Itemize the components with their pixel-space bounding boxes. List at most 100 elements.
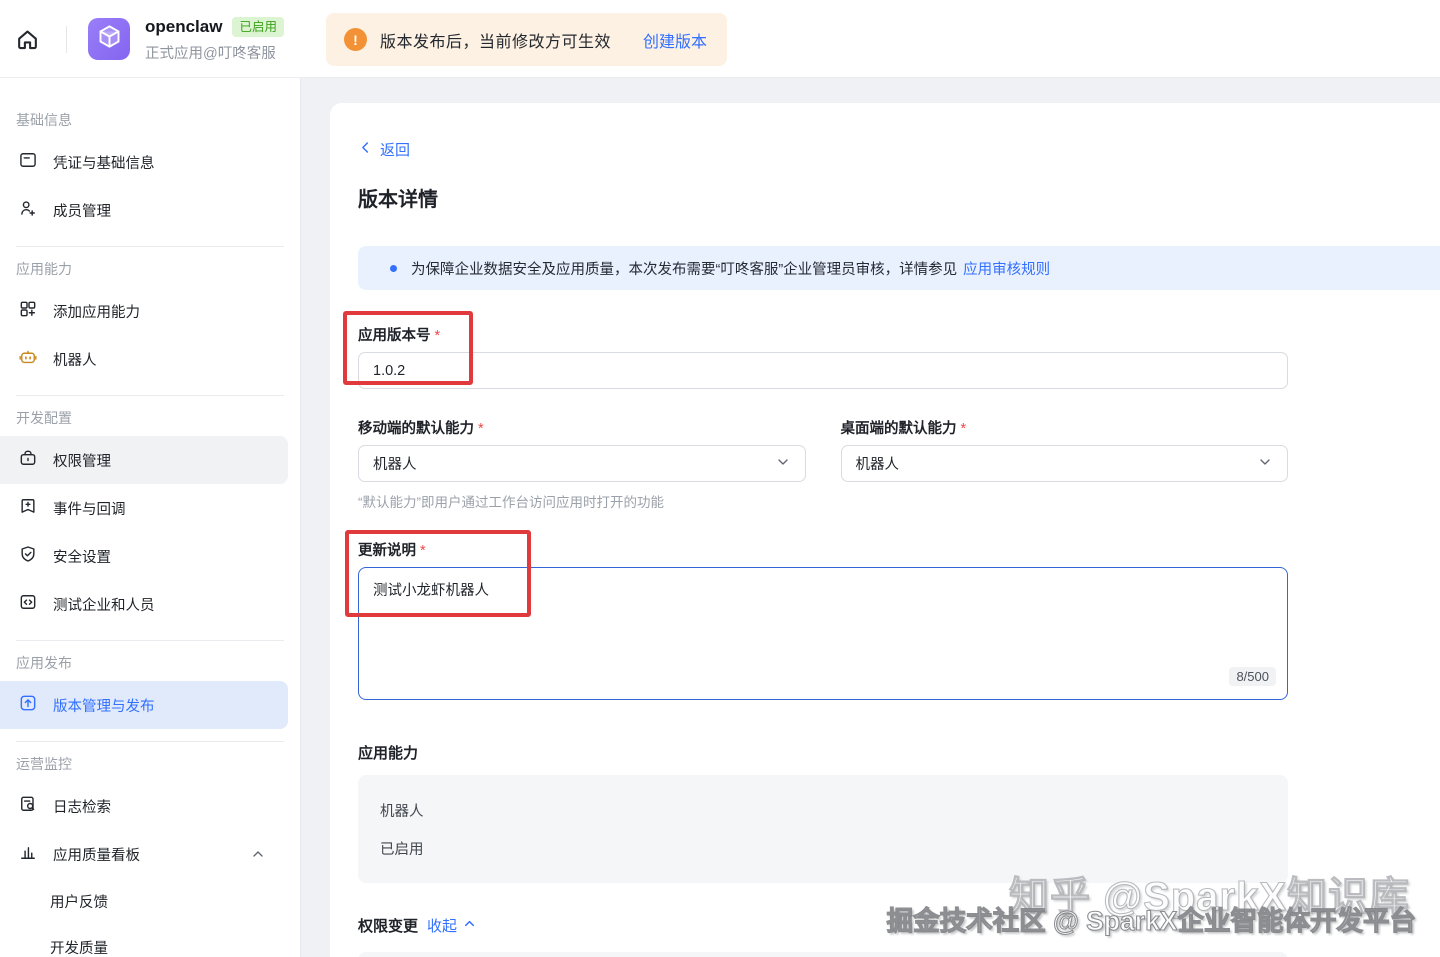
cube-icon	[96, 23, 123, 55]
sidebar-divider	[16, 395, 284, 396]
version-field-label: 应用版本号 *	[358, 326, 1288, 346]
sidebar-item-credentials[interactable]: 凭证与基础信息	[0, 138, 288, 186]
mobile-label-text: 移动端的默认能力	[358, 421, 474, 437]
sidebar-subitem-dev-quality[interactable]: 开发质量	[0, 924, 300, 957]
permission-change-row: 权限变更 收起	[358, 915, 1440, 936]
sidebar-item-label: 权限管理	[53, 453, 111, 470]
sidebar-divider	[16, 741, 284, 742]
header-divider	[66, 26, 67, 53]
sidebar-item-label: 添加应用能力	[53, 304, 140, 321]
page-title: 版本详情	[358, 189, 438, 211]
notes-textarea-wrap: 测试小龙虾机器人 8/500	[358, 567, 1288, 700]
capability-name: 机器人	[380, 804, 424, 820]
capability-card: 机器人 已启用	[358, 775, 1288, 883]
sidebar-divider	[16, 246, 284, 247]
create-version-link[interactable]: 创建版本	[643, 28, 707, 52]
notice-text: 为保障企业数据安全及应用质量，本次发布需要“叮咚客服”企业管理员审核，详情参见	[411, 261, 958, 278]
robot-icon	[18, 347, 38, 371]
sidebar-item-label: 日志检索	[53, 799, 111, 816]
sidebar: 基础信息 凭证与基础信息 成员管理 应用能力 添加应用能力 机器人 开发配置 权…	[0, 78, 301, 957]
version-detail-card: 返回 版本详情 为保障企业数据安全及应用质量，本次发布需要“叮咚客服”企业管理员…	[330, 103, 1440, 957]
content-area: 返回 版本详情 为保障企业数据安全及应用质量，本次发布需要“叮咚客服”企业管理员…	[301, 78, 1440, 957]
sidebar-item-version-management[interactable]: 版本管理与发布	[0, 681, 288, 729]
sidebar-section-release: 应用发布	[16, 655, 72, 671]
chevron-left-icon	[358, 140, 373, 159]
home-icon	[15, 27, 40, 55]
version-warning-banner: ! 版本发布后，当前修改方可生效 创建版本	[326, 13, 727, 66]
permission-card-partial	[358, 952, 1288, 957]
app-name: openclaw	[145, 17, 223, 36]
person-add-icon	[18, 198, 38, 222]
mobile-capability-select[interactable]: 机器人	[358, 445, 806, 482]
sidebar-item-add-capability[interactable]: 添加应用能力	[0, 287, 288, 335]
sidebar-item-label: 事件与回调	[53, 501, 126, 518]
chevron-down-icon	[1257, 454, 1273, 474]
sidebar-item-label: 机器人	[53, 352, 97, 369]
capability-hint: “默认能力”即用户通过工作台访问应用时打开的功能	[358, 495, 664, 510]
chevron-up-icon	[462, 916, 477, 935]
collapse-link[interactable]: 收起	[427, 915, 477, 936]
back-link[interactable]: 返回	[358, 139, 410, 160]
grid-add-icon	[18, 299, 38, 323]
sidebar-divider	[16, 640, 284, 641]
default-capability-row: 移动端的默认能力 * 机器人 桌面端的默认能力 * 机器人	[358, 419, 1288, 482]
sidebar-item-bot[interactable]: 机器人	[0, 335, 288, 383]
sidebar-item-label: 应用质量看板	[53, 847, 140, 864]
desktop-label-text: 桌面端的默认能力	[840, 421, 957, 437]
bullet-dot-icon	[390, 264, 397, 272]
bag-lock-icon	[18, 448, 38, 472]
mobile-capability-value: 机器人	[373, 457, 417, 473]
capability-status: 已启用	[380, 842, 424, 858]
sidebar-section-capabilities: 应用能力	[16, 261, 72, 277]
log-search-icon	[18, 794, 38, 818]
sidebar-item-permissions[interactable]: 权限管理	[0, 436, 288, 484]
permission-change-title: 权限变更	[358, 918, 419, 935]
home-button[interactable]	[13, 27, 41, 55]
desktop-capability-value: 机器人	[855, 457, 900, 473]
code-square-icon	[18, 592, 38, 616]
desktop-capability-col: 桌面端的默认能力 * 机器人	[840, 419, 1289, 482]
app-subtitle: 正式应用@叮咚客服	[145, 46, 276, 62]
sidebar-subitem-user-feedback[interactable]: 用户反馈	[0, 878, 300, 924]
status-badge: 已启用	[232, 17, 284, 37]
sidebar-section-basic-info: 基础信息	[16, 112, 72, 128]
required-asterisk: *	[420, 543, 426, 559]
sidebar-item-log-search[interactable]: 日志检索	[0, 782, 288, 830]
sidebar-item-security[interactable]: 安全设置	[0, 532, 288, 580]
chevron-down-icon	[775, 454, 791, 474]
notes-label-text: 更新说明	[358, 543, 416, 559]
capability-section-title: 应用能力	[358, 745, 419, 762]
review-rules-link[interactable]: 应用审核规则	[963, 258, 1050, 279]
char-counter: 8/500	[1229, 667, 1276, 686]
desktop-capability-select[interactable]: 机器人	[840, 445, 1288, 482]
version-label-text: 应用版本号	[358, 328, 431, 344]
mobile-capability-col: 移动端的默认能力 * 机器人	[358, 419, 806, 482]
sidebar-section-dev-config: 开发配置	[16, 410, 72, 426]
desktop-capability-label: 桌面端的默认能力 *	[841, 419, 1289, 439]
collapse-label: 收起	[427, 918, 458, 935]
required-asterisk: *	[478, 421, 484, 437]
sidebar-item-quality-dashboard[interactable]: 应用质量看板	[0, 830, 288, 878]
bookmark-plus-icon	[18, 496, 38, 520]
warning-icon: !	[344, 28, 367, 51]
sidebar-item-label: 版本管理与发布	[53, 698, 155, 715]
bar-chart-icon	[18, 842, 38, 866]
app-logo	[88, 18, 130, 60]
sidebar-item-label: 开发质量	[50, 940, 108, 957]
review-notice-banner: 为保障企业数据安全及应用质量，本次发布需要“叮咚客服”企业管理员审核，详情参见 …	[358, 246, 1440, 290]
sidebar-item-label: 测试企业和人员	[53, 597, 155, 614]
sidebar-section-monitoring: 运营监控	[16, 756, 72, 772]
sidebar-item-label: 成员管理	[53, 203, 111, 220]
update-notes-textarea[interactable]: 测试小龙虾机器人	[358, 567, 1288, 700]
required-asterisk: *	[434, 328, 441, 344]
required-asterisk: *	[960, 421, 967, 437]
upload-icon	[18, 693, 38, 717]
developer-console: openclaw 已启用 正式应用@叮咚客服 ! 版本发布后，当前修改方可生效 …	[0, 0, 1440, 957]
chevron-up-icon	[250, 846, 266, 862]
sidebar-item-test-org[interactable]: 测试企业和人员	[0, 580, 288, 628]
version-input[interactable]	[358, 352, 1288, 389]
mobile-capability-label: 移动端的默认能力 *	[358, 419, 806, 439]
sidebar-item-label: 用户反馈	[50, 894, 108, 911]
sidebar-item-members[interactable]: 成员管理	[0, 186, 288, 234]
sidebar-item-events-callbacks[interactable]: 事件与回调	[0, 484, 288, 532]
